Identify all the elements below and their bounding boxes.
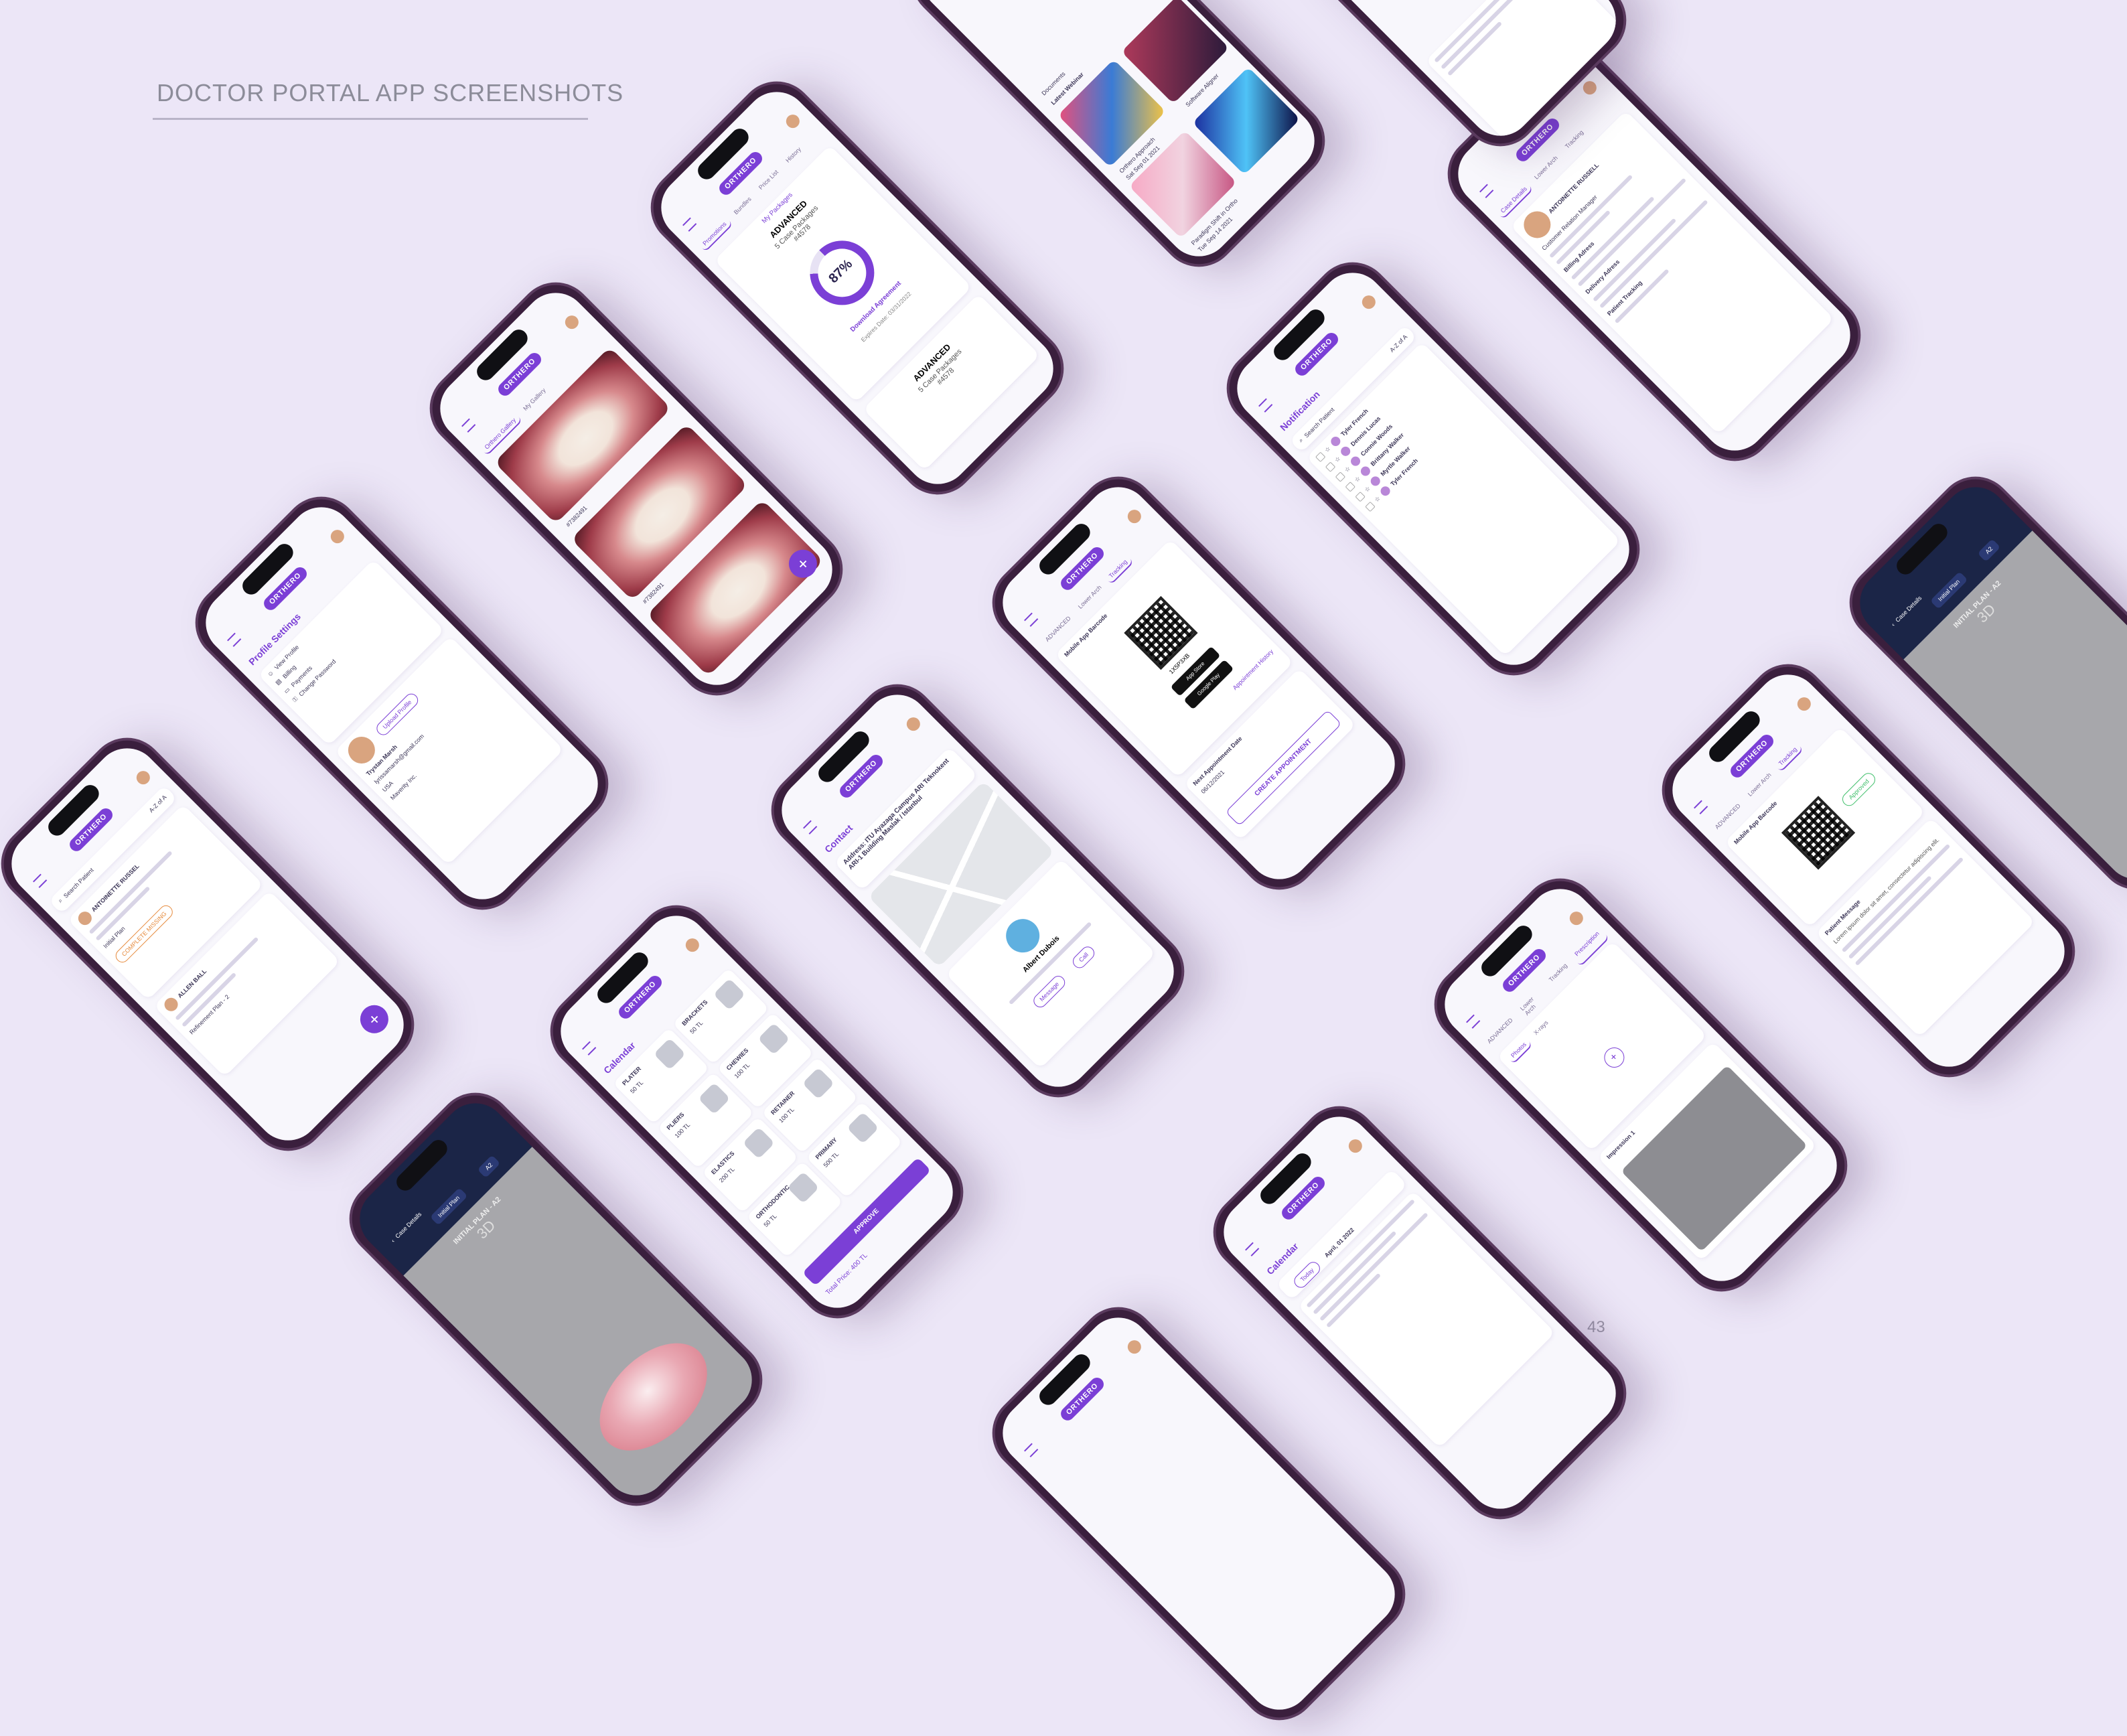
checkbox[interactable]: [1345, 481, 1355, 492]
avatar[interactable]: [1345, 1136, 1365, 1156]
avatar: [1349, 454, 1362, 468]
menu-icon[interactable]: [1694, 800, 1708, 814]
phone-webinars: Documents Latest Webinar Orthero Approac…: [895, 0, 1341, 283]
screen-title: Case Details: [394, 1210, 423, 1240]
sub-tab-photos[interactable]: Photos: [1505, 1036, 1533, 1064]
qr-code: [1781, 796, 1856, 870]
search-icon: ⌕: [56, 897, 64, 904]
menu-icon[interactable]: [1024, 1443, 1039, 1457]
star-icon[interactable]: ☆: [1363, 485, 1372, 494]
back-icon[interactable]: ‹: [390, 1238, 396, 1244]
patient-name: ANTOINETTE RUSSELL: [1547, 161, 1601, 215]
menu-icon[interactable]: [461, 418, 476, 433]
menu-icon[interactable]: [682, 217, 697, 232]
checkbox[interactable]: [1354, 491, 1366, 502]
avatar[interactable]: [903, 714, 923, 734]
billing-icon: ▤: [274, 677, 283, 686]
avatar[interactable]: [1124, 1337, 1144, 1357]
view-mode-label[interactable]: 3D: [1916, 543, 2057, 684]
star-icon[interactable]: ☆: [1333, 455, 1341, 463]
avatar: [1359, 464, 1372, 478]
profile-country[interactable]: USA: [381, 780, 394, 793]
page-number-right: 43: [1587, 1318, 1605, 1336]
sort-label[interactable]: A-Z of A: [1388, 333, 1408, 353]
phone-notch: [1893, 520, 1952, 579]
avatar[interactable]: [327, 526, 347, 547]
view-mode-label[interactable]: 3D: [416, 1159, 557, 1301]
star-icon[interactable]: ☆: [1323, 445, 1332, 453]
checkbox[interactable]: [1364, 501, 1376, 512]
create-appointment-button[interactable]: CREATE APPOINTMENT: [1225, 709, 1342, 826]
sort-label[interactable]: A-Z of A: [147, 794, 167, 814]
dental-3d-model[interactable]: [579, 1323, 727, 1471]
menu-icon[interactable]: [1479, 184, 1494, 198]
avatar[interactable]: [682, 935, 702, 955]
patient-avatar: [75, 908, 95, 928]
avatar[interactable]: [783, 111, 802, 131]
status-badge: Approved: [1840, 770, 1879, 809]
avatar[interactable]: [133, 768, 153, 788]
avatar: [1378, 484, 1392, 498]
avatar: [1339, 444, 1353, 458]
avatar: [1368, 474, 1382, 488]
star-icon[interactable]: ☆: [1353, 475, 1362, 484]
avatar[interactable]: [1359, 292, 1378, 312]
lock-icon: ⚿: [291, 695, 299, 703]
title-divider: [153, 118, 588, 120]
add-patient-button[interactable]: +: [354, 999, 394, 1039]
card-icon: ▭: [282, 686, 291, 695]
menu-icon[interactable]: [1258, 398, 1273, 413]
impression-select[interactable]: Impression 1: [1605, 1129, 1636, 1160]
menu-icon[interactable]: [803, 820, 818, 835]
back-icon[interactable]: ‹: [1890, 622, 1896, 628]
avatar[interactable]: [1566, 908, 1586, 928]
menu-icon[interactable]: [582, 1041, 597, 1056]
star-icon[interactable]: ☆: [1343, 465, 1351, 474]
search-icon: ⌕: [1297, 436, 1305, 444]
screen-title: Case Details: [1894, 594, 1923, 624]
avatar[interactable]: [1580, 78, 1599, 98]
avatar: [1329, 435, 1343, 448]
menu-icon[interactable]: [1466, 1014, 1481, 1029]
checkbox[interactable]: [1325, 461, 1335, 472]
avatar[interactable]: [1124, 506, 1144, 526]
checkbox[interactable]: [1335, 471, 1345, 482]
user-icon: ☺: [266, 668, 275, 678]
call-button[interactable]: Call: [1070, 944, 1098, 971]
menu-icon[interactable]: [227, 632, 242, 647]
avatar[interactable]: [1794, 694, 1814, 714]
menu-icon[interactable]: [33, 873, 48, 888]
phone-notch: [392, 1136, 451, 1195]
add-photo-button[interactable]: +: [1600, 1043, 1629, 1072]
stage-select[interactable]: A2: [1977, 538, 2001, 562]
menu-icon[interactable]: [1245, 1242, 1260, 1256]
avatar[interactable]: [562, 312, 581, 332]
star-icon[interactable]: ☆: [1373, 494, 1382, 503]
viewer-heading: INITIAL PLAN - A2: [451, 1195, 503, 1246]
menu-icon[interactable]: [1024, 612, 1039, 627]
patient-avatar: [161, 995, 181, 1014]
sub-tab-xrays[interactable]: X-rays: [1528, 1015, 1555, 1041]
stage-select[interactable]: A2: [477, 1155, 501, 1178]
appointment-history-link[interactable]: Appointment History: [1232, 648, 1274, 691]
page-title: DOCTOR PORTAL APP SCREENSHOTS: [157, 79, 624, 106]
checkbox[interactable]: [1315, 451, 1326, 462]
viewer-heading: INITIAL PLAN - A2: [1952, 579, 2003, 630]
